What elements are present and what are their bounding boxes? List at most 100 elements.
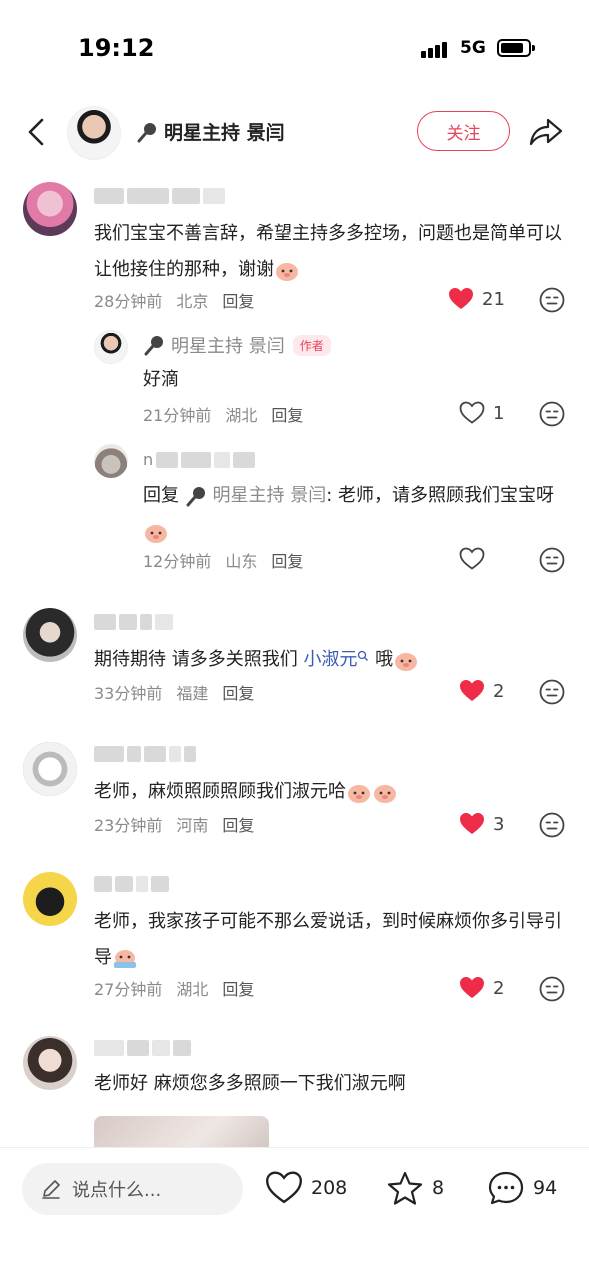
- microphone-icon: [137, 122, 156, 142]
- host-name[interactable]: 明星主持 景闫: [136, 118, 285, 145]
- comment-location: 福建: [176, 684, 209, 703]
- reply-name-initial: n: [143, 450, 154, 469]
- like-button[interactable]: 3: [459, 812, 504, 836]
- commenter-avatar[interactable]: [23, 742, 77, 796]
- status-bar: 19:12 5G: [0, 0, 589, 96]
- reply-to-name[interactable]: 明星主持 景闫: [212, 485, 326, 506]
- reply-button[interactable]: 回复: [222, 680, 254, 704]
- comment-text: 老师好 麻烦您多多照顾一下我们淑元啊: [94, 1073, 406, 1094]
- status-time: 19:12: [78, 34, 155, 62]
- comment-text: 老师，麻烦照顾照顾我们淑元哈: [94, 774, 569, 810]
- comment-count-button[interactable]: 94: [487, 1170, 557, 1206]
- comment-location: 河南: [176, 816, 209, 835]
- commenter-avatar[interactable]: [23, 872, 77, 926]
- pig-emoji-icon: [374, 785, 396, 803]
- like-count: 3: [493, 813, 505, 835]
- comment-meta: 23分钟前 河南 回复: [94, 812, 254, 836]
- heart-filled-icon: [449, 288, 473, 309]
- comment-location: 北京: [176, 292, 209, 311]
- heart-filled-icon: [460, 680, 484, 701]
- reply-text-content: : 老师，请多照顾我们宝宝呀: [326, 485, 554, 506]
- bottom-bar: 说点什么... 208 8 94: [0, 1147, 589, 1280]
- author-reply-name[interactable]: 明星主持 景闫 作者: [143, 332, 331, 358]
- follow-button[interactable]: 关注: [417, 111, 510, 151]
- host-name-label: 明星主持 景闫: [164, 122, 285, 144]
- comment-text-content: 老师，我家孩子可能不那么爱说话，到时候麻烦你多引导引导: [94, 911, 562, 968]
- author-badge: 作者: [292, 334, 331, 356]
- comment-time: 27分钟前: [94, 980, 163, 999]
- reply-text: 好滴: [143, 369, 179, 390]
- comment-text: 老师，我家孩子可能不那么爱说话，到时候麻烦你多引导引导: [94, 904, 569, 976]
- pig-emoji-icon: [395, 653, 418, 671]
- emoji-reaction-icon[interactable]: [539, 401, 565, 427]
- author-reply-avatar[interactable]: [94, 330, 128, 364]
- commenter-name-blurred[interactable]: [94, 614, 173, 632]
- comment-text-content: 老师，麻烦照顾照顾我们淑元哈: [94, 781, 346, 802]
- like-post-button[interactable]: 208: [265, 1170, 347, 1206]
- comment-location: 湖北: [176, 980, 209, 999]
- reply-text: 回复 明星主持 景闫: 老师，请多照顾我们宝宝呀: [143, 478, 569, 550]
- back-icon[interactable]: [22, 116, 52, 148]
- heart-outline-icon: [459, 547, 485, 570]
- share-icon[interactable]: [528, 114, 564, 148]
- battery-icon: [497, 39, 535, 57]
- host-avatar[interactable]: [67, 106, 121, 160]
- comment-input[interactable]: 说点什么...: [22, 1163, 243, 1215]
- emoji-reaction-icon[interactable]: [539, 679, 565, 705]
- comment-text: 我们宝宝不善言辞，希望主持多多控场，问题也是简单可以让他接住的那种，谢谢: [94, 216, 569, 288]
- reply-button[interactable]: 回复: [222, 812, 254, 836]
- signal-icon: [421, 40, 453, 58]
- commenter-name-blurred[interactable]: [94, 876, 169, 894]
- favorite-button[interactable]: 8: [386, 1170, 444, 1206]
- reply-prefix: 回复: [143, 485, 179, 506]
- pencil-icon: [42, 1180, 60, 1199]
- reply-time: 12分钟前: [143, 552, 212, 571]
- commenter-name-blurred[interactable]: [94, 188, 225, 206]
- mention-link[interactable]: 小淑元: [303, 649, 357, 670]
- heart-outline-icon: [266, 1171, 302, 1204]
- reply-name-blurred[interactable]: n: [143, 450, 256, 470]
- like-count: 2: [493, 680, 505, 702]
- commenter-avatar[interactable]: [23, 182, 77, 236]
- heart-filled-icon: [460, 813, 484, 834]
- author-name-label: 明星主持 景闫: [171, 336, 285, 357]
- search-icon: [358, 650, 369, 661]
- pig-emoji-icon: [114, 950, 136, 968]
- commenter-name-blurred[interactable]: [94, 746, 196, 764]
- comment-text: 期待期待 请多多关照我们 小淑元 哦: [94, 642, 569, 678]
- like-button[interactable]: 2: [459, 679, 504, 703]
- pig-emoji-icon: [145, 525, 167, 543]
- commenter-avatar[interactable]: [23, 1036, 77, 1090]
- like-button[interactable]: 1: [459, 401, 504, 425]
- reply-location: 湖北: [225, 406, 258, 425]
- emoji-reaction-icon[interactable]: [539, 287, 565, 313]
- commenter-name-blurred[interactable]: [94, 1040, 191, 1058]
- reply-button[interactable]: 回复: [222, 288, 254, 312]
- like-button[interactable]: 21: [448, 287, 505, 311]
- emoji-reaction-icon[interactable]: [539, 547, 565, 573]
- reply-avatar[interactable]: [94, 444, 128, 478]
- pig-emoji-icon: [276, 263, 298, 281]
- comment-count: 94: [533, 1177, 558, 1199]
- favorite-count: 8: [432, 1177, 445, 1199]
- heart-outline-icon: [459, 401, 485, 424]
- comment-time: 23分钟前: [94, 816, 163, 835]
- post-like-count: 208: [311, 1177, 348, 1199]
- comment-list: 我们宝宝不善言辞，希望主持多多控场，问题也是简单可以让他接住的那种，谢谢 28分…: [0, 172, 589, 1147]
- comment-time: 33分钟前: [94, 684, 163, 703]
- comment-text-before: 期待期待 请多多关照我们: [94, 649, 304, 670]
- like-button[interactable]: 2: [459, 976, 504, 1000]
- like-count: 21: [482, 288, 505, 310]
- reply-button[interactable]: 回复: [222, 976, 254, 1000]
- reply-button[interactable]: 回复: [271, 548, 303, 572]
- emoji-reaction-icon[interactable]: [539, 976, 565, 1002]
- comment-time: 28分钟前: [94, 292, 163, 311]
- comment-image[interactable]: [94, 1116, 269, 1147]
- comment-text-after: 哦: [369, 649, 394, 670]
- commenter-avatar[interactable]: [23, 608, 77, 662]
- emoji-reaction-icon[interactable]: [539, 812, 565, 838]
- like-button[interactable]: [459, 547, 485, 571]
- reply-button[interactable]: 回复: [271, 402, 303, 426]
- reply-meta: 21分钟前 湖北 回复: [143, 402, 303, 426]
- microphone-icon: [186, 487, 205, 507]
